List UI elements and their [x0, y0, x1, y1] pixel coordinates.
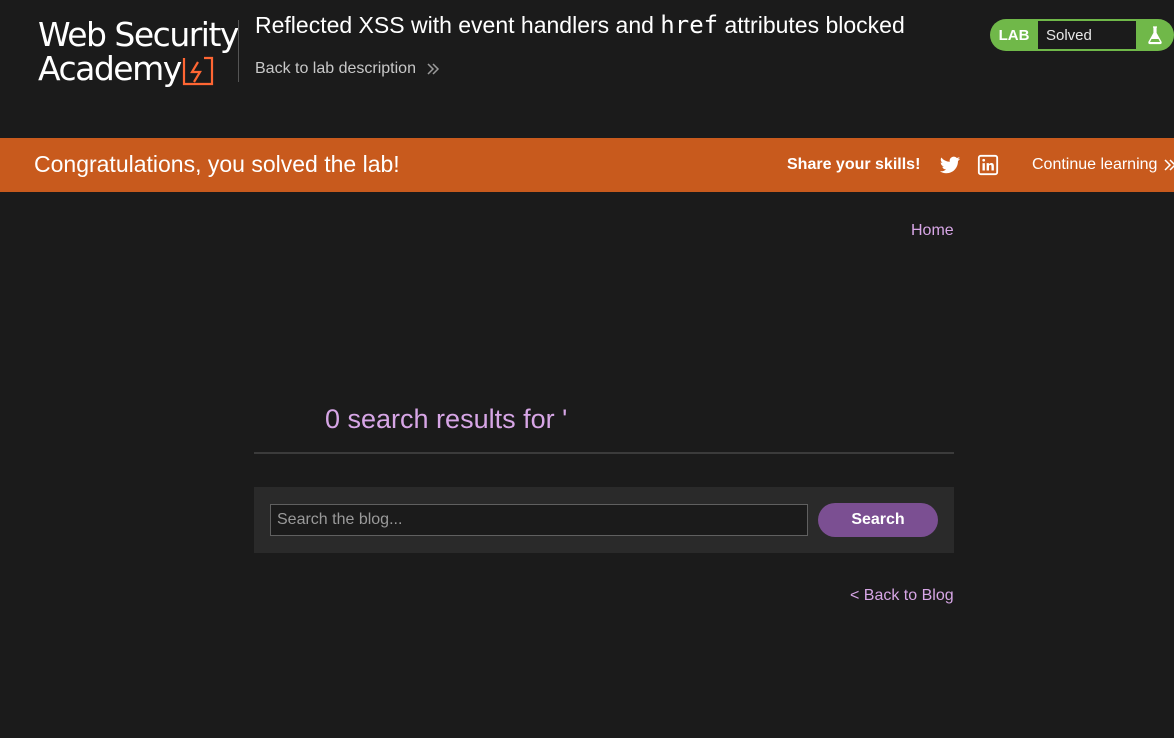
share-skills-label: Share your skills!: [787, 156, 921, 173]
flask-icon-wrapper: [1136, 19, 1174, 51]
back-to-lab-description-label: Back to lab description: [255, 60, 416, 77]
back-to-lab-description-link[interactable]: Back to lab description: [255, 60, 440, 78]
logo-lightning-icon: [182, 56, 214, 86]
lab-label: LAB: [998, 26, 1030, 44]
academy-header: Web Security Academy Reflected XSS with …: [0, 0, 1174, 138]
continue-learning-link[interactable]: Continue learning: [1032, 156, 1174, 174]
lab-status-text: Solved: [1038, 21, 1136, 49]
lab-solved-notification: Congratulations, you solved the lab! Sha…: [0, 138, 1174, 192]
lab-title-text-start: Reflected XSS with event handlers and: [255, 12, 654, 38]
linkedin-icon: [977, 154, 999, 176]
double-chevron-right-icon: [1164, 159, 1174, 171]
home-link[interactable]: Home: [911, 222, 954, 240]
header-divider: [238, 20, 239, 82]
continue-learning-label: Continue learning: [1032, 156, 1158, 173]
back-to-blog-link[interactable]: < Back to Blog: [850, 587, 954, 605]
search-button[interactable]: Search: [818, 503, 938, 537]
twitter-share-link[interactable]: [939, 154, 961, 176]
logo-text-line1: Web Security: [38, 15, 239, 54]
lab-title-text-end: attributes blocked: [724, 12, 905, 38]
twitter-icon: [939, 156, 961, 174]
lab-title: Reflected XSS with event handlers and hr…: [255, 8, 905, 42]
congratulations-message: Congratulations, you solved the lab!: [34, 151, 400, 177]
logo-text-line2: Academy: [38, 49, 182, 88]
flask-icon: [1148, 26, 1162, 45]
double-chevron-right-icon: [427, 63, 440, 75]
search-results-heading: 0 search results for ': [325, 404, 568, 434]
search-input[interactable]: [270, 504, 808, 536]
search-panel: Search: [254, 487, 954, 553]
lab-title-code: href: [660, 11, 719, 39]
linkedin-share-link[interactable]: [977, 154, 999, 176]
results-divider: [254, 452, 954, 454]
lab-status-widget: LAB Solved: [990, 19, 1174, 51]
web-security-academy-logo[interactable]: Web Security Academy: [34, 15, 239, 90]
